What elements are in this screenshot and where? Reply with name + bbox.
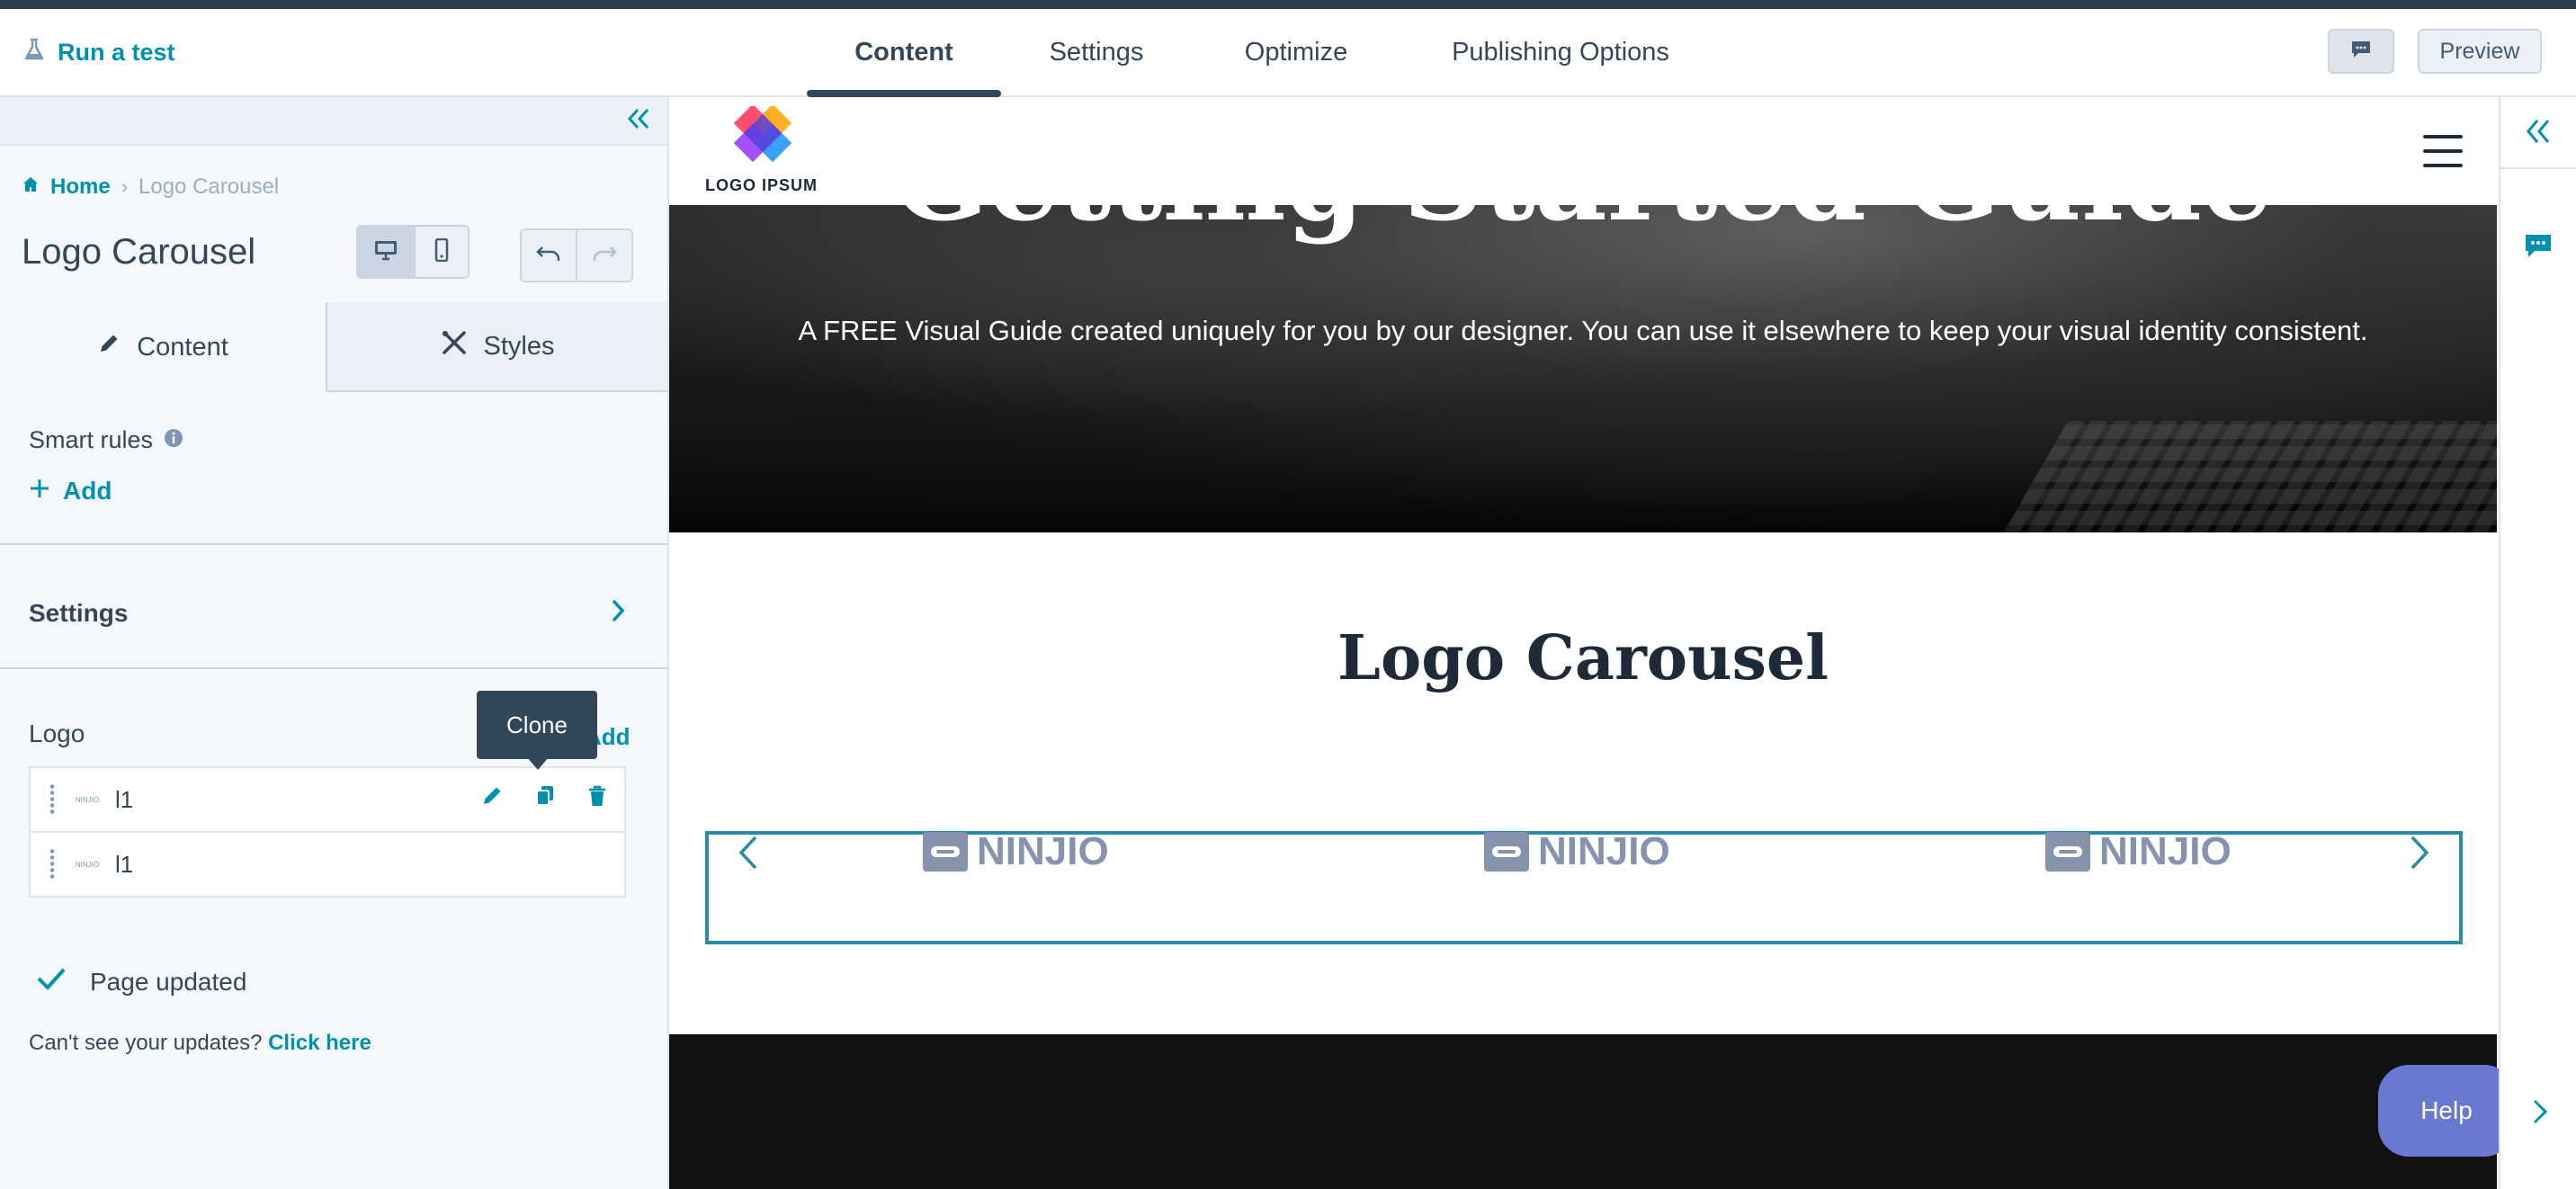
logo-list-item[interactable]: NINJIO l1 <box>29 766 626 833</box>
run-test-label: Run a test <box>58 38 175 66</box>
ninjio-logo-icon <box>1484 832 1529 872</box>
clone-icon[interactable] <box>534 784 556 812</box>
settings-section-toggle[interactable]: Settings <box>29 594 626 633</box>
editor-tab-styles[interactable]: Styles <box>327 302 667 390</box>
carousel-next-button[interactable] <box>2402 836 2437 872</box>
add-smart-rule-button[interactable]: Add <box>29 477 112 505</box>
active-tab-indicator <box>807 90 1001 97</box>
hamburger-menu-icon[interactable] <box>2423 135 2463 167</box>
logo-thumbnail: NINJIO <box>75 795 100 804</box>
editor-tab-styles-label: Styles <box>483 331 555 361</box>
desktop-view-button[interactable] <box>356 225 416 279</box>
tab-settings[interactable]: Settings <box>1019 9 1174 95</box>
help-button[interactable]: Help <box>2378 1065 2515 1157</box>
double-chevron-left-icon <box>626 107 651 135</box>
carousel-logo-text: NINJIO <box>2099 829 2232 873</box>
chevron-right-icon <box>2532 1098 2548 1130</box>
hero-section[interactable] <box>669 205 2497 532</box>
editor-tab-content[interactable]: Content <box>0 302 327 392</box>
mobile-view-button[interactable] <box>414 225 470 279</box>
carousel-logo: NINJIO <box>1484 829 1670 874</box>
info-icon[interactable] <box>164 426 183 454</box>
run-test-button[interactable]: Run a test <box>23 32 175 72</box>
styles-icon <box>441 329 468 363</box>
editor-tab-content-label: Content <box>137 332 228 362</box>
check-icon <box>36 966 67 997</box>
chat-icon <box>2350 40 2372 64</box>
comment-icon <box>2524 233 2553 264</box>
comments-button[interactable] <box>2518 228 2558 268</box>
flask-icon <box>23 38 45 67</box>
tooltip-arrow <box>527 757 549 770</box>
chevron-left-icon <box>738 835 759 875</box>
undo-button[interactable] <box>520 228 577 282</box>
breadcrumb: Home › Logo Carousel <box>22 171 279 203</box>
divider <box>0 543 667 545</box>
logo-section-label: Logo <box>29 720 85 747</box>
carousel-logo-text: NINJIO <box>977 829 1109 873</box>
page-updated-text: Page updated <box>90 967 247 996</box>
breadcrumb-current: Logo Carousel <box>139 174 280 199</box>
sidebar-collapse-bar <box>0 97 667 146</box>
tab-optimize[interactable]: Optimize <box>1219 9 1373 95</box>
redo-button[interactable] <box>576 228 633 282</box>
tab-publishing-options[interactable]: Publishing Options <box>1430 9 1691 95</box>
logo-thumbnail: NINJIO <box>75 860 100 869</box>
chevron-right-icon <box>610 598 626 630</box>
drag-handle-icon[interactable] <box>49 848 56 881</box>
expand-panel-button[interactable] <box>2518 113 2558 153</box>
mobile-icon <box>434 237 449 266</box>
delete-icon[interactable] <box>586 784 608 812</box>
add-smart-rule-label: Add <box>63 477 112 505</box>
site-header <box>669 97 2497 205</box>
carousel-prev-button[interactable] <box>730 836 766 872</box>
carousel-heading: Logo Carousel <box>1337 622 1829 694</box>
drag-handle-icon[interactable] <box>49 783 56 816</box>
page-updated-status: Page updated <box>36 966 246 997</box>
logo-item-label: l1 <box>115 785 134 813</box>
breadcrumb-separator: › <box>121 175 129 198</box>
divider <box>0 667 667 669</box>
rail-expand-button[interactable] <box>2524 1095 2556 1131</box>
divider <box>2500 167 2576 169</box>
plus-icon <box>29 477 50 505</box>
hero-keyboard-image <box>1932 421 2497 532</box>
redo-icon <box>591 244 618 268</box>
ninjio-logo-icon <box>923 832 968 872</box>
carousel-logo-text: NINJIO <box>1538 829 1670 873</box>
ninjio-logo-icon <box>2045 832 2090 872</box>
undo-icon <box>535 244 562 268</box>
pencil-icon <box>97 332 121 362</box>
desktop-icon <box>373 239 398 265</box>
carousel-logo: NINJIO <box>923 829 1109 874</box>
chat-button[interactable] <box>2328 29 2394 74</box>
logo-list-item[interactable]: NINJIO l1 <box>29 831 626 898</box>
breadcrumb-home-link[interactable]: Home <box>50 174 111 200</box>
top-strip <box>0 0 2576 9</box>
edit-icon[interactable] <box>480 784 504 812</box>
carousel-logo: NINJIO <box>2045 829 2232 874</box>
site-logo-text: LOGO IPSUM <box>705 176 818 194</box>
cant-see-text: Can't see your updates? <box>29 1031 263 1055</box>
module-title: Logo Carousel <box>22 232 256 272</box>
logo-item-label: l1 <box>115 850 134 878</box>
updates-help-text: Can't see your updates? Click here <box>29 1031 371 1056</box>
footer-section[interactable] <box>669 1034 2497 1189</box>
double-chevron-left-icon <box>2524 117 2553 150</box>
collapse-sidebar-button[interactable] <box>621 103 657 139</box>
hero-subtitle: A FREE Visual Guide created uniquely for… <box>798 315 2368 346</box>
clone-tooltip: Clone <box>477 691 597 759</box>
home-icon <box>22 174 40 200</box>
chevron-right-icon <box>2409 835 2430 875</box>
smart-rules-text: Smart rules <box>29 426 154 453</box>
settings-section-label: Settings <box>29 599 129 627</box>
smart-rules-label: Smart rules <box>29 426 183 454</box>
site-logo-mark <box>733 106 792 163</box>
tab-content[interactable]: Content <box>807 9 1001 95</box>
row-actions <box>480 784 608 812</box>
preview-button[interactable]: Preview <box>2418 29 2542 74</box>
click-here-link[interactable]: Click here <box>268 1031 371 1055</box>
